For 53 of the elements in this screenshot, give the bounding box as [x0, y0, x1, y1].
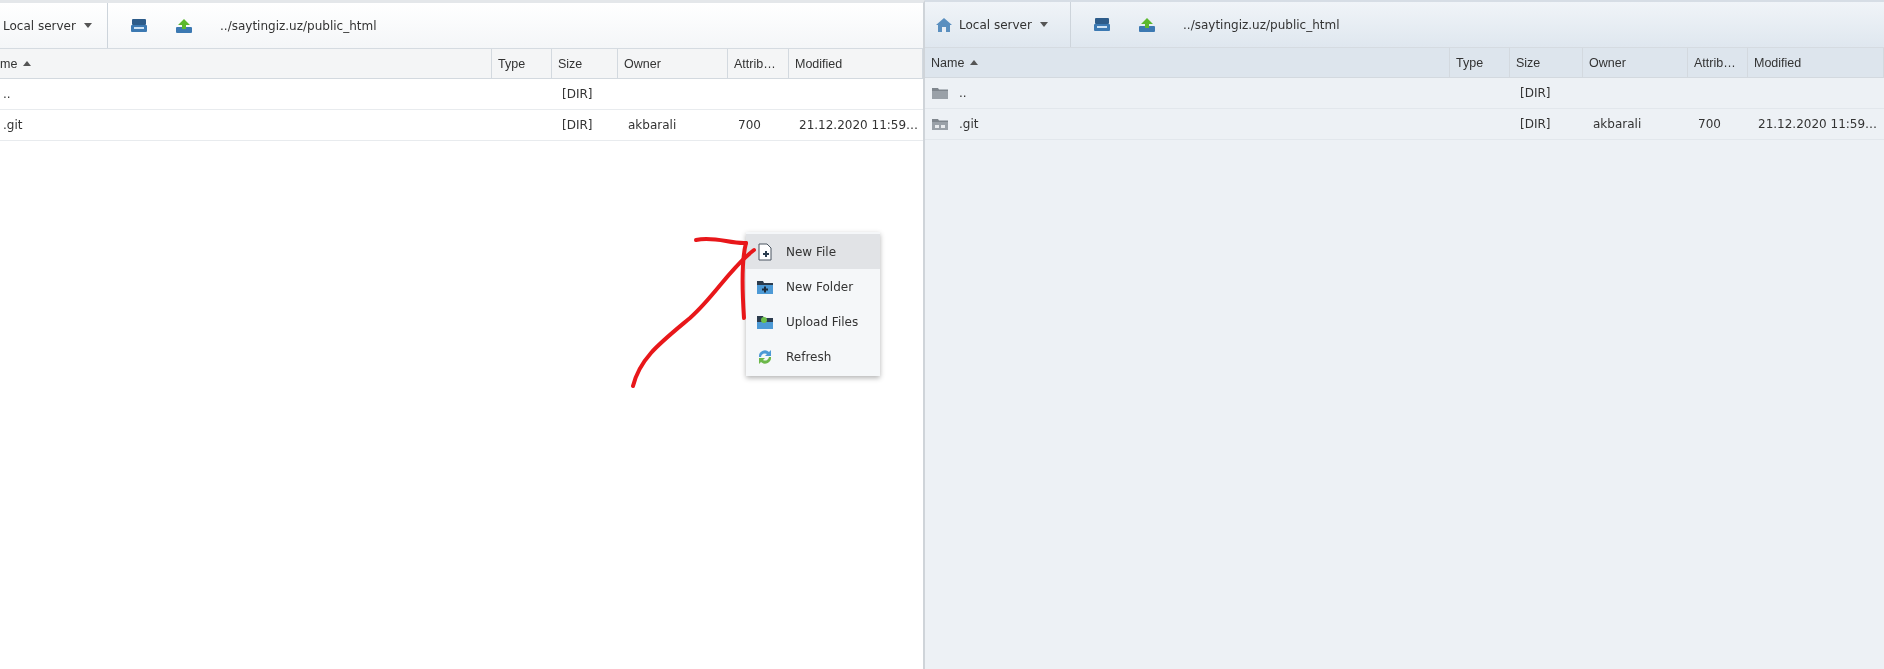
caret-icon — [83, 23, 92, 28]
file-row[interactable]: .git [DIR] akbarali 700 21.12.2020 11:59… — [925, 109, 1884, 140]
folder-icon — [931, 86, 949, 100]
new-folder-icon — [756, 278, 774, 295]
column-header[interactable]: Modified — [1748, 48, 1884, 77]
column-header[interactable]: Owner — [618, 49, 728, 78]
new-file-icon — [756, 242, 774, 261]
sort-ascending-icon — [23, 61, 32, 66]
sort-ascending-icon — [970, 60, 979, 65]
column-header[interactable]: me — [0, 49, 492, 78]
column-header[interactable]: Type — [492, 49, 552, 78]
size-text: [DIR] — [562, 118, 593, 132]
drive-icon[interactable] — [130, 17, 148, 34]
column-header[interactable]: Name — [925, 48, 1450, 77]
attributes-text: 700 — [1698, 117, 1721, 131]
attributes-text: 700 — [738, 118, 761, 132]
menu-item[interactable]: New File — [746, 234, 880, 269]
caret-icon — [1039, 22, 1048, 27]
modified-text: 21.12.2020 11:59… — [1758, 117, 1878, 131]
server-dropdown[interactable]: Local server — [3, 18, 92, 33]
column-header[interactable]: Attrib… — [1688, 48, 1748, 77]
file-name: .git — [3, 118, 23, 132]
menu-item[interactable]: New Folder — [746, 269, 880, 304]
upload-folder-icon — [756, 313, 774, 330]
file-name: .git — [959, 117, 979, 131]
upload-icon[interactable] — [175, 17, 193, 34]
column-header[interactable]: Type — [1450, 48, 1510, 77]
file-row[interactable]: .git [DIR] akbarali 700 21.12.2020 11:59… — [0, 110, 923, 141]
size-text: [DIR] — [562, 87, 593, 101]
file-row[interactable]: .. [DIR] — [925, 78, 1884, 109]
drive-icon[interactable] — [1093, 16, 1111, 33]
size-text: [DIR] — [1520, 117, 1551, 131]
home-icon — [935, 16, 953, 33]
owner-text: akbarali — [1593, 117, 1642, 131]
path-text: ../saytingiz.uz/public_html — [220, 18, 377, 33]
owner-text: akbarali — [628, 118, 677, 132]
file-name: .. — [959, 86, 967, 100]
column-header[interactable]: Owner — [1583, 48, 1688, 77]
folder-icon — [931, 117, 949, 131]
file-name: .. — [3, 87, 11, 101]
file-row[interactable]: .. [DIR] — [0, 79, 923, 110]
menu-item[interactable]: Upload Files — [746, 304, 880, 339]
refresh-icon — [756, 347, 774, 366]
column-header[interactable]: Attrib… — [728, 49, 789, 78]
column-header[interactable]: Size — [552, 49, 618, 78]
server-dropdown[interactable]: Local server — [959, 17, 1048, 32]
upload-icon[interactable] — [1138, 16, 1156, 33]
size-text: [DIR] — [1520, 86, 1551, 100]
column-header[interactable]: Size — [1510, 48, 1583, 77]
modified-text: 21.12.2020 11:59… — [799, 118, 919, 132]
menu-item[interactable]: Refresh — [746, 339, 880, 374]
path-text: ../saytingiz.uz/public_html — [1183, 17, 1340, 32]
column-header[interactable]: Modified — [789, 49, 923, 78]
